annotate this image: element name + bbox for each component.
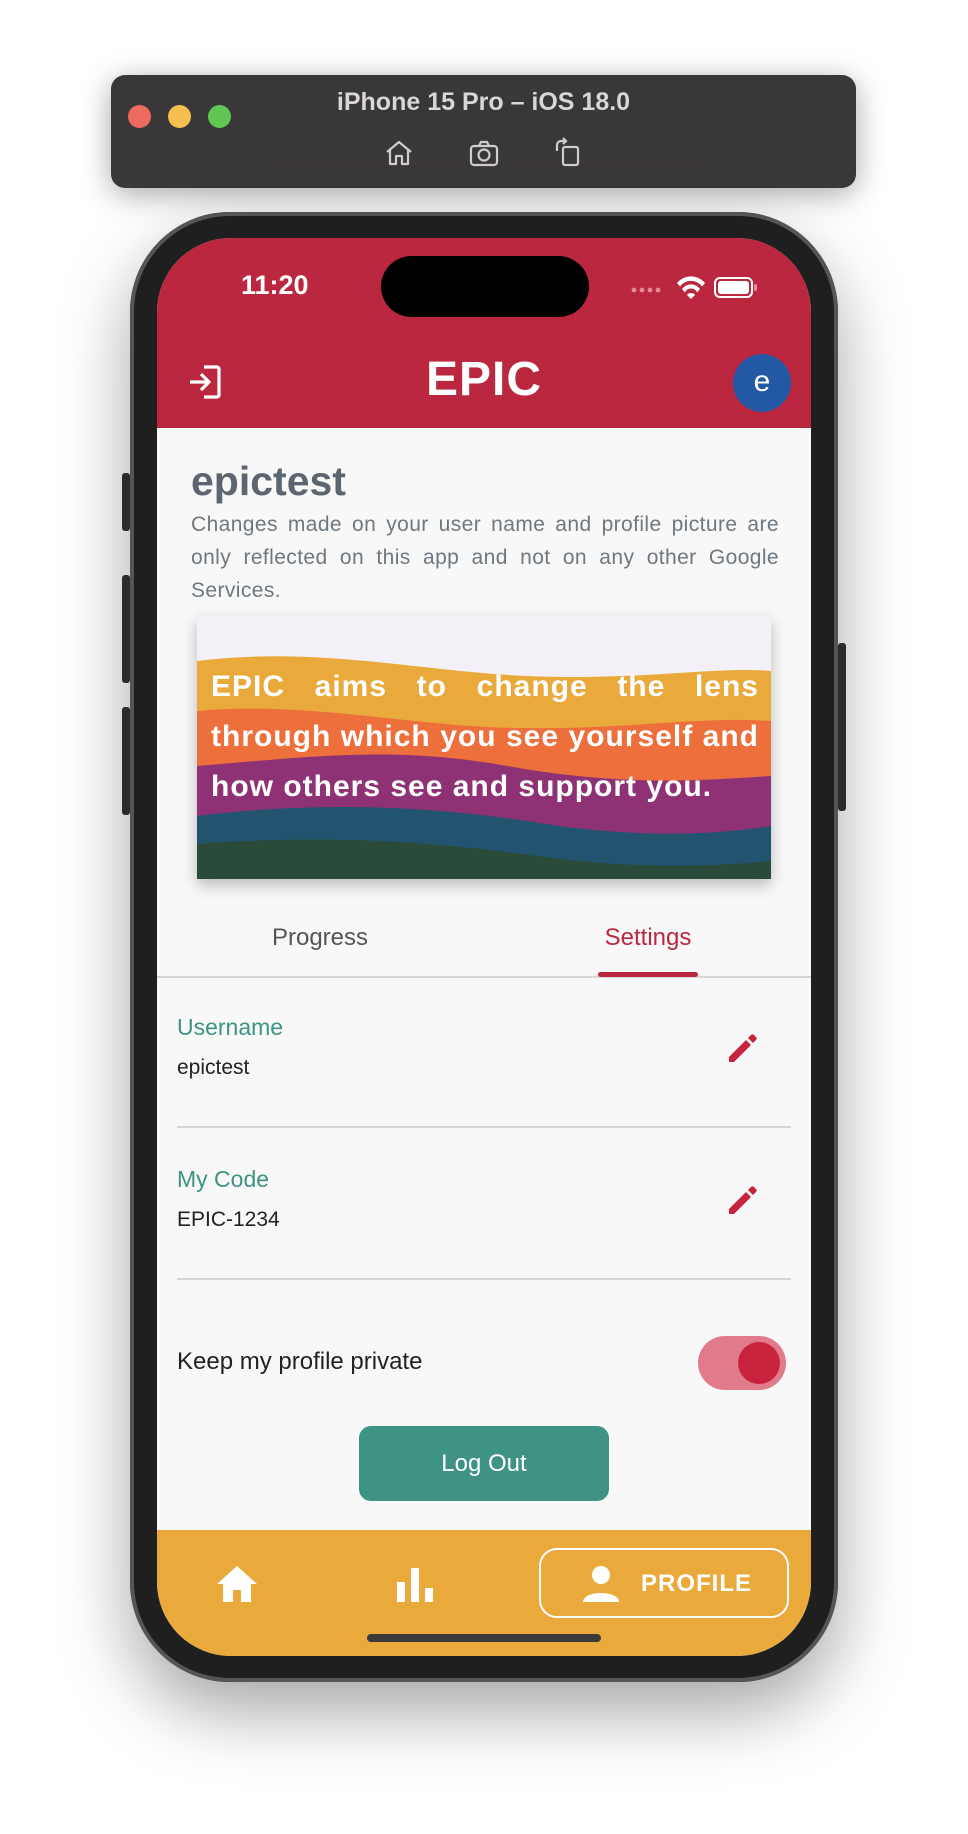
screenshot-icon[interactable]: [468, 137, 500, 169]
action-button[interactable]: [122, 473, 130, 531]
username-field: Username epictest: [177, 976, 791, 1128]
my-code-field: My Code EPIC-1234: [177, 1128, 791, 1280]
mission-banner: EPIC aims to change the lens through whi…: [197, 616, 771, 879]
private-profile-toggle[interactable]: [698, 1336, 786, 1390]
battery-icon: [714, 277, 757, 298]
private-profile-label: Keep my profile private: [177, 1348, 423, 1375]
toggle-knob: [738, 1342, 780, 1384]
tab-settings[interactable]: Settings: [548, 924, 748, 952]
username-value: epictest: [177, 1056, 250, 1079]
my-code-label: My Code: [177, 1166, 270, 1192]
volume-up-button[interactable]: [122, 575, 130, 683]
volume-down-button[interactable]: [122, 707, 130, 815]
home-icon[interactable]: [383, 137, 415, 169]
power-button[interactable]: [838, 643, 846, 811]
dynamic-island: [381, 256, 589, 317]
status-time: 11:20: [241, 270, 309, 300]
home-icon[interactable]: [213, 1560, 261, 1608]
bottom-navigation: PROFILE: [157, 1530, 811, 1656]
cellular-signal-icon: [631, 287, 661, 293]
my-code-value: EPIC-1234: [177, 1208, 280, 1231]
bar-chart-icon[interactable]: [391, 1560, 439, 1608]
tab-progress[interactable]: Progress: [220, 924, 420, 952]
rotate-icon[interactable]: [552, 137, 584, 169]
edit-username-icon[interactable]: [723, 1028, 763, 1068]
simulator-title-bar: iPhone 15 Pro – iOS 18.0: [111, 75, 856, 188]
wifi-icon: [677, 276, 705, 299]
profile-nav-label: PROFILE: [641, 1570, 753, 1597]
profile-username-title: epictest: [191, 458, 346, 504]
person-icon: [583, 1566, 619, 1602]
app-title: EPIC: [425, 353, 543, 406]
status-bar: 11:20: [157, 238, 811, 338]
home-indicator: [367, 1634, 601, 1642]
logout-button[interactable]: Log Out: [359, 1426, 609, 1501]
avatar[interactable]: e: [733, 354, 791, 412]
tab-bar: Progress Settings: [157, 910, 811, 978]
profile-nav-button[interactable]: PROFILE: [539, 1548, 789, 1618]
username-label: Username: [177, 1014, 284, 1040]
banner-text: EPIC aims to change the lens through whi…: [211, 670, 759, 803]
app-bar: EPIC e: [157, 338, 811, 428]
edit-code-icon[interactable]: [723, 1180, 763, 1220]
profile-description: Changes made on your user name and profi…: [191, 513, 779, 602]
simulator-title: iPhone 15 Pro – iOS 18.0: [336, 88, 631, 116]
app-screen: 11:20 EPIC e epictest Changes made on yo…: [157, 238, 811, 1656]
status-icons: [629, 274, 759, 305]
